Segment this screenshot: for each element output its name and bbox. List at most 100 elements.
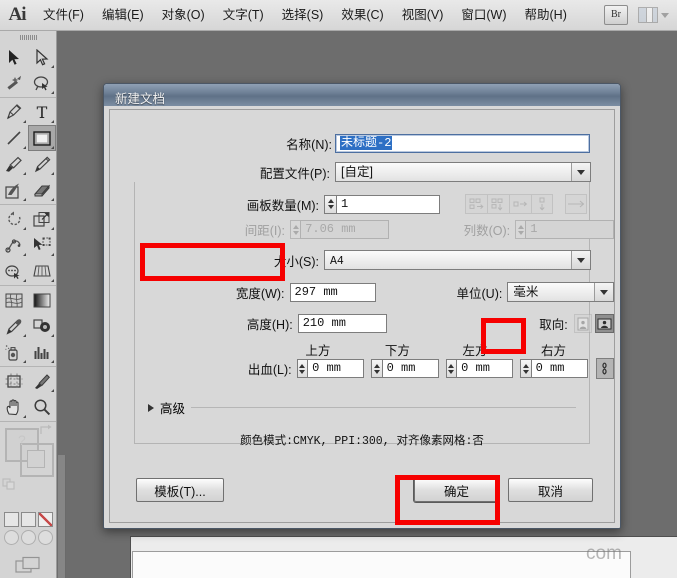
height-input[interactable]: 210 mm	[297, 314, 388, 333]
tool-flyout-indicator-icon	[51, 279, 54, 282]
app-logo-icon: Ai	[8, 4, 27, 25]
menu-view[interactable]: 视图(V)	[393, 0, 453, 30]
mesh-tool[interactable]	[0, 287, 28, 313]
tool-row	[0, 44, 56, 70]
arrange-documents-button[interactable]	[638, 7, 669, 23]
pen-tool[interactable]	[0, 99, 28, 125]
advanced-toggle[interactable]: 高级	[148, 398, 576, 417]
rotate-tool[interactable]	[0, 206, 28, 232]
menu-help[interactable]: 帮助(H)	[516, 0, 576, 30]
advanced-section: 高级 颜色模式:CMYK, PPI:300, 对齐像素网格:否	[148, 398, 576, 448]
menu-window[interactable]: 窗口(W)	[452, 0, 515, 30]
link-icon	[602, 362, 607, 375]
arrange-layout-icon	[638, 7, 658, 23]
units-select[interactable]: 毫米	[507, 282, 614, 302]
blob-brush-tool[interactable]	[0, 177, 28, 203]
menu-edit[interactable]: 编辑(E)	[93, 0, 153, 30]
hand-tool[interactable]	[0, 394, 28, 420]
fill-question-mark: ?	[18, 432, 26, 448]
cancel-button[interactable]: 取消	[508, 478, 593, 502]
free-transform-tool[interactable]	[28, 232, 56, 258]
menu-select[interactable]: 选择(S)	[273, 0, 333, 30]
selection-tool[interactable]	[0, 44, 28, 70]
symbol-sprayer-tool[interactable]	[0, 339, 28, 365]
columns-input: 1	[525, 220, 614, 239]
name-input[interactable]: 未标题-2	[335, 134, 590, 153]
artboard-tool[interactable]	[0, 368, 28, 394]
bleed-left-input[interactable]: 0 mm	[456, 359, 514, 378]
type-tool[interactable]: T	[28, 99, 56, 125]
orientation-portrait-button[interactable]	[573, 314, 593, 333]
artboard-arrange-by-row-icon[interactable]	[509, 194, 531, 214]
width-input[interactable]: 297 mm	[289, 282, 376, 302]
pencil-tool[interactable]	[28, 151, 56, 177]
line-segment-tool[interactable]	[0, 125, 28, 151]
rectangle-tool[interactable]	[28, 125, 56, 151]
tool-flyout-indicator-icon	[51, 227, 54, 230]
artboards-input[interactable]: 1	[336, 194, 440, 214]
screen-mode-button[interactable]	[0, 550, 56, 578]
zoom-tool[interactable]	[28, 394, 56, 420]
lasso-tool[interactable]	[28, 70, 56, 96]
bridge-button[interactable]: Br	[604, 5, 628, 25]
width-row: 宽度(W): 297 mm 单位(U): 毫米	[110, 282, 614, 302]
perspective-grid-tool[interactable]	[28, 258, 56, 284]
column-graph-tool[interactable]	[28, 339, 56, 365]
artboard-arrange-by-column-icon[interactable]	[531, 194, 553, 214]
artboard-grid-columns-icon[interactable]	[487, 194, 509, 214]
profile-select[interactable]: [自定]	[335, 162, 591, 182]
bleed-link-button[interactable]	[595, 358, 615, 379]
bleed-bottom-input[interactable]: 0 mm	[381, 359, 439, 378]
scale-tool[interactable]	[28, 206, 56, 232]
magic-wand-tool[interactable]	[0, 70, 28, 96]
blend-tool[interactable]	[28, 313, 56, 339]
gradient-swatch-button[interactable]	[20, 512, 36, 527]
units-chevron-down-icon	[593, 283, 613, 301]
bleed-right-input[interactable]: 0 mm	[530, 359, 588, 378]
artboard-grid-rows-icon[interactable]	[465, 194, 487, 214]
gradient-tool[interactable]	[28, 287, 56, 313]
templates-button[interactable]: 模板(T)...	[136, 478, 224, 502]
bleed-right-stepper[interactable]	[520, 359, 531, 378]
tool-flyout-indicator-icon	[23, 253, 26, 256]
ok-button[interactable]: 确定	[414, 478, 499, 502]
bleed-left-stepper[interactable]	[445, 359, 457, 378]
bleed-bottom-header: 下方	[384, 344, 410, 358]
svg-text:T: T	[37, 104, 48, 121]
menu-file[interactable]: 文件(F)	[34, 0, 93, 30]
bleed-bottom-stepper[interactable]	[371, 359, 382, 378]
tool-flyout-indicator-icon	[23, 172, 26, 175]
menu-type[interactable]: 文字(T)	[214, 0, 273, 30]
menu-effect[interactable]: 效果(C)	[332, 0, 392, 30]
default-fill-stroke-icon[interactable]	[2, 478, 16, 490]
height-row: 高度(H): 210 mm 取向:	[110, 314, 614, 333]
tool-row: T	[0, 99, 56, 125]
none-swatch-button[interactable]	[37, 512, 53, 527]
paintbrush-tool[interactable]	[0, 151, 28, 177]
orientation-landscape-button[interactable]	[595, 314, 614, 333]
slice-tool[interactable]	[28, 368, 56, 394]
bleed-top-stepper[interactable]	[296, 359, 308, 378]
dialog-titlebar[interactable]: 新建文档	[104, 84, 620, 106]
shape-builder-tool[interactable]	[0, 258, 28, 284]
eyedropper-tool[interactable]	[0, 313, 28, 339]
tools-panel-grip[interactable]	[0, 31, 56, 43]
size-select[interactable]: A4	[324, 250, 591, 270]
width-tool[interactable]	[0, 232, 28, 258]
draw-normal-button[interactable]	[3, 530, 19, 545]
menu-bar: Ai 文件(F) 编辑(E) 对象(O) 文字(T) 选择(S) 效果(C) 视…	[0, 0, 677, 31]
fill-stroke-controls[interactable]: ?	[0, 422, 56, 508]
draw-behind-button[interactable]	[20, 530, 36, 545]
menu-object[interactable]: 对象(O)	[153, 0, 214, 30]
color-swatch-button[interactable]	[3, 512, 19, 527]
artboard-right-to-left-icon[interactable]	[565, 194, 587, 214]
draw-inside-button[interactable]	[37, 530, 53, 545]
tool-flyout-indicator-icon	[23, 334, 26, 337]
bleed-top-input[interactable]: 0 mm	[307, 359, 365, 378]
direct-selection-tool[interactable]	[28, 44, 56, 70]
eraser-tool[interactable]	[28, 177, 56, 203]
artboards-stepper[interactable]	[324, 194, 336, 214]
bleed-top-header: 上方	[305, 344, 331, 358]
swatch-row-drawmode	[0, 530, 56, 545]
swap-fill-stroke-icon[interactable]	[39, 424, 53, 436]
